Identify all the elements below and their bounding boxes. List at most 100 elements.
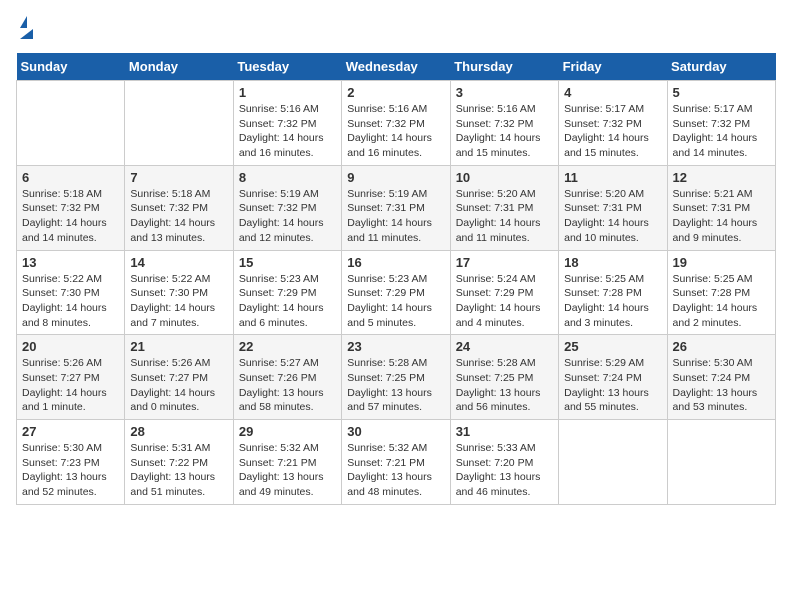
day-number: 26 <box>673 339 770 354</box>
calendar-cell: 13 Sunrise: 5:22 AMSunset: 7:30 PMDayligh… <box>17 250 125 335</box>
day-number: 7 <box>130 170 227 185</box>
day-info: Sunrise: 5:20 AMSunset: 7:31 PMDaylight:… <box>564 187 661 246</box>
calendar-cell: 5 Sunrise: 5:17 AMSunset: 7:32 PMDaylight… <box>667 81 775 166</box>
day-number: 5 <box>673 85 770 100</box>
day-info: Sunrise: 5:26 AMSunset: 7:27 PMDaylight:… <box>130 356 227 415</box>
calendar-cell: 14Sunrise: 5:22 AMSunset: 7:30 PMDayligh… <box>125 250 233 335</box>
day-number: 31 <box>456 424 553 439</box>
day-number: 22 <box>239 339 336 354</box>
calendar-cell <box>17 81 125 166</box>
day-info: Sunrise: 5:22 AMSunset: 7:30 PMDaylight:… <box>22 272 119 331</box>
week-row-5: 27 Sunrise: 5:30 AMSunset: 7:23 PMDayligh… <box>17 420 776 505</box>
day-number: 6 <box>22 170 119 185</box>
day-info: Sunrise: 5:16 AMSunset: 7:32 PMDaylight:… <box>347 102 444 161</box>
calendar-cell: 2 Sunrise: 5:16 AMSunset: 7:32 PMDaylight… <box>342 81 450 166</box>
day-number: 12 <box>673 170 770 185</box>
day-number: 24 <box>456 339 553 354</box>
calendar-cell: 29 Sunrise: 5:32 AMSunset: 7:21 PMDayligh… <box>233 420 341 505</box>
day-info: Sunrise: 5:16 AMSunset: 7:32 PMDaylight:… <box>456 102 553 161</box>
day-info: Sunrise: 5:18 AMSunset: 7:32 PMDaylight:… <box>130 187 227 246</box>
day-info: Sunrise: 5:31 AMSunset: 7:22 PMDaylight:… <box>130 441 227 500</box>
calendar-cell: 22 Sunrise: 5:27 AMSunset: 7:26 PMDayligh… <box>233 335 341 420</box>
calendar-cell: 16 Sunrise: 5:23 AMSunset: 7:29 PMDayligh… <box>342 250 450 335</box>
day-number: 30 <box>347 424 444 439</box>
day-info: Sunrise: 5:16 AMSunset: 7:32 PMDaylight:… <box>239 102 336 161</box>
day-number: 18 <box>564 255 661 270</box>
calendar-cell: 26 Sunrise: 5:30 AMSunset: 7:24 PMDayligh… <box>667 335 775 420</box>
col-header-sunday: Sunday <box>17 53 125 81</box>
day-number: 20 <box>22 339 119 354</box>
col-header-thursday: Thursday <box>450 53 558 81</box>
calendar-header-row: SundayMondayTuesdayWednesdayThursdayFrid… <box>17 53 776 81</box>
col-header-friday: Friday <box>559 53 667 81</box>
calendar-cell: 20 Sunrise: 5:26 AMSunset: 7:27 PMDayligh… <box>17 335 125 420</box>
day-number: 25 <box>564 339 661 354</box>
day-info: Sunrise: 5:30 AMSunset: 7:23 PMDaylight:… <box>22 441 119 500</box>
day-info: Sunrise: 5:25 AMSunset: 7:28 PMDaylight:… <box>673 272 770 331</box>
calendar-cell: 12 Sunrise: 5:21 AMSunset: 7:31 PMDayligh… <box>667 165 775 250</box>
day-number: 16 <box>347 255 444 270</box>
calendar-cell: 19 Sunrise: 5:25 AMSunset: 7:28 PMDayligh… <box>667 250 775 335</box>
week-row-4: 20 Sunrise: 5:26 AMSunset: 7:27 PMDayligh… <box>17 335 776 420</box>
col-header-tuesday: Tuesday <box>233 53 341 81</box>
calendar-cell: 21 Sunrise: 5:26 AMSunset: 7:27 PMDayligh… <box>125 335 233 420</box>
day-info: Sunrise: 5:19 AMSunset: 7:31 PMDaylight:… <box>347 187 444 246</box>
day-info: Sunrise: 5:20 AMSunset: 7:31 PMDaylight:… <box>456 187 553 246</box>
calendar-cell: 18Sunrise: 5:25 AMSunset: 7:28 PMDayligh… <box>559 250 667 335</box>
calendar-cell <box>559 420 667 505</box>
calendar-cell: 10 Sunrise: 5:20 AMSunset: 7:31 PMDayligh… <box>450 165 558 250</box>
day-number: 4 <box>564 85 661 100</box>
calendar-cell: 25 Sunrise: 5:29 AMSunset: 7:24 PMDayligh… <box>559 335 667 420</box>
day-number: 3 <box>456 85 553 100</box>
day-number: 29 <box>239 424 336 439</box>
day-info: Sunrise: 5:32 AMSunset: 7:21 PMDaylight:… <box>239 441 336 500</box>
day-info: Sunrise: 5:19 AMSunset: 7:32 PMDaylight:… <box>239 187 336 246</box>
day-info: Sunrise: 5:29 AMSunset: 7:24 PMDaylight:… <box>564 356 661 415</box>
day-number: 11 <box>564 170 661 185</box>
calendar-cell <box>125 81 233 166</box>
calendar-cell: 9 Sunrise: 5:19 AMSunset: 7:31 PMDaylight… <box>342 165 450 250</box>
calendar-cell: 7 Sunrise: 5:18 AMSunset: 7:32 PMDaylight… <box>125 165 233 250</box>
calendar-cell: 30 Sunrise: 5:32 AMSunset: 7:21 PMDayligh… <box>342 420 450 505</box>
calendar-table: SundayMondayTuesdayWednesdayThursdayFrid… <box>16 53 776 505</box>
calendar-cell: 8 Sunrise: 5:19 AMSunset: 7:32 PMDaylight… <box>233 165 341 250</box>
day-info: Sunrise: 5:26 AMSunset: 7:27 PMDaylight:… <box>22 356 119 415</box>
calendar-cell: 31Sunrise: 5:33 AMSunset: 7:20 PMDayligh… <box>450 420 558 505</box>
day-number: 28 <box>130 424 227 439</box>
day-info: Sunrise: 5:27 AMSunset: 7:26 PMDaylight:… <box>239 356 336 415</box>
week-row-2: 6 Sunrise: 5:18 AMSunset: 7:32 PMDaylight… <box>17 165 776 250</box>
calendar-cell: 6 Sunrise: 5:18 AMSunset: 7:32 PMDaylight… <box>17 165 125 250</box>
day-info: Sunrise: 5:18 AMSunset: 7:32 PMDaylight:… <box>22 187 119 246</box>
day-number: 21 <box>130 339 227 354</box>
day-info: Sunrise: 5:28 AMSunset: 7:25 PMDaylight:… <box>456 356 553 415</box>
day-info: Sunrise: 5:30 AMSunset: 7:24 PMDaylight:… <box>673 356 770 415</box>
week-row-3: 13 Sunrise: 5:22 AMSunset: 7:30 PMDayligh… <box>17 250 776 335</box>
day-number: 13 <box>22 255 119 270</box>
calendar-cell: 27 Sunrise: 5:30 AMSunset: 7:23 PMDayligh… <box>17 420 125 505</box>
day-number: 1 <box>239 85 336 100</box>
logo <box>16 16 33 41</box>
calendar-cell <box>667 420 775 505</box>
day-info: Sunrise: 5:17 AMSunset: 7:32 PMDaylight:… <box>673 102 770 161</box>
day-number: 10 <box>456 170 553 185</box>
page-header <box>16 16 776 41</box>
day-info: Sunrise: 5:21 AMSunset: 7:31 PMDaylight:… <box>673 187 770 246</box>
day-number: 9 <box>347 170 444 185</box>
day-info: Sunrise: 5:23 AMSunset: 7:29 PMDaylight:… <box>347 272 444 331</box>
col-header-monday: Monday <box>125 53 233 81</box>
calendar-cell: 24 Sunrise: 5:28 AMSunset: 7:25 PMDayligh… <box>450 335 558 420</box>
day-number: 17 <box>456 255 553 270</box>
day-number: 8 <box>239 170 336 185</box>
calendar-cell: 17Sunrise: 5:24 AMSunset: 7:29 PMDayligh… <box>450 250 558 335</box>
calendar-cell: 15Sunrise: 5:23 AMSunset: 7:29 PMDayligh… <box>233 250 341 335</box>
day-info: Sunrise: 5:23 AMSunset: 7:29 PMDaylight:… <box>239 272 336 331</box>
day-number: 23 <box>347 339 444 354</box>
calendar-cell: 4 Sunrise: 5:17 AMSunset: 7:32 PMDaylight… <box>559 81 667 166</box>
day-number: 14 <box>130 255 227 270</box>
day-number: 27 <box>22 424 119 439</box>
day-info: Sunrise: 5:17 AMSunset: 7:32 PMDaylight:… <box>564 102 661 161</box>
week-row-1: 1 Sunrise: 5:16 AMSunset: 7:32 PMDaylight… <box>17 81 776 166</box>
day-info: Sunrise: 5:32 AMSunset: 7:21 PMDaylight:… <box>347 441 444 500</box>
day-number: 19 <box>673 255 770 270</box>
day-number: 2 <box>347 85 444 100</box>
